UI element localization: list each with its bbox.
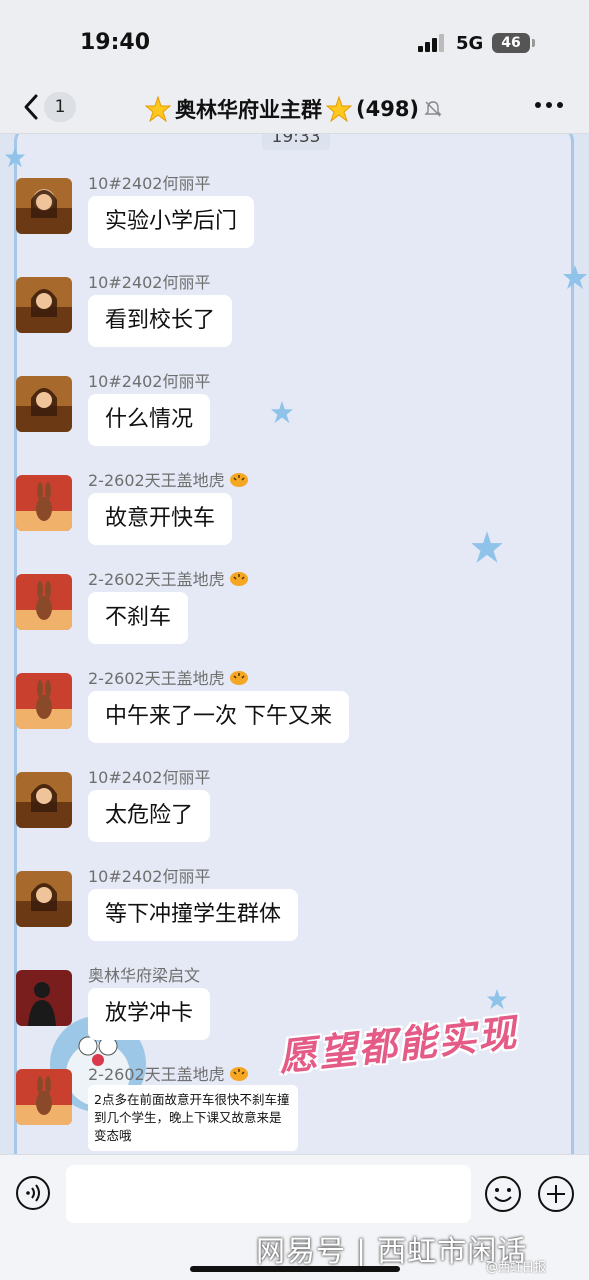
mute-bell-icon (424, 101, 442, 117)
input-bar (0, 1154, 589, 1236)
star-emoji-icon (326, 96, 352, 122)
home-indicator[interactable] (190, 1266, 400, 1272)
avatar[interactable] (16, 772, 72, 828)
message-bubble[interactable]: 什么情况 (88, 394, 211, 446)
avatar[interactable] (16, 475, 72, 531)
message-bubble[interactable]: 实验小学后门 (88, 196, 255, 248)
message-bubble[interactable]: 不刹车 (88, 592, 189, 644)
message-bubble[interactable]: 太危险了 (88, 790, 211, 842)
message-bubble[interactable]: 2点多在前面故意开车很快不刹车撞到几个学生，晚上下课又故意来是变态哦 (88, 1085, 298, 1151)
more-icon[interactable] (534, 100, 564, 110)
star-emoji-icon (145, 96, 171, 122)
avatar[interactable] (16, 178, 72, 234)
chat-area[interactable]: 19:33 10#2402何丽平 实验小学后门 10#2402何丽平 看到校长了… (0, 134, 589, 1154)
group-name: 奥林华府业主群 (175, 98, 322, 122)
voice-icon[interactable] (15, 1175, 51, 1211)
sender-name: 2-2602天王盖地虎 (88, 467, 249, 491)
sender-name: 奥林华府梁启文 (88, 966, 201, 985)
wallpaper-star-icon (471, 531, 503, 563)
network-type: 5G (456, 33, 484, 54)
watermark-handle: @西虹日报 (486, 1260, 547, 1274)
sender-name: 2-2602天王盖地虎 (88, 1061, 249, 1085)
avatar[interactable] (16, 871, 72, 927)
chat-header: 1 奥林华府业主群 (498) (0, 82, 589, 134)
sender-name: 10#2402何丽平 (88, 372, 211, 391)
status-bar: 19:40 5G 46 (0, 0, 589, 82)
message-bubble[interactable]: 中午来了一次 下午又来 (88, 691, 349, 743)
wallpaper-star-icon (563, 265, 587, 289)
message-bubble[interactable]: 等下冲撞学生群体 (88, 889, 299, 941)
avatar[interactable] (16, 1069, 72, 1125)
sender-name: 10#2402何丽平 (88, 768, 211, 787)
wallpaper-star-icon (270, 400, 294, 424)
tiger-emoji-icon (229, 671, 248, 685)
avatar[interactable] (16, 673, 72, 729)
tiger-emoji-icon (229, 572, 248, 586)
chat-title[interactable]: 奥林华府业主群 (498) (145, 94, 443, 124)
avatar[interactable] (16, 970, 72, 1026)
message-bubble[interactable]: 看到校长了 (88, 295, 233, 347)
member-count: (498) (356, 97, 420, 121)
sender-name: 2-2602天王盖地虎 (88, 665, 249, 689)
sender-name: 2-2602天王盖地虎 (88, 566, 249, 590)
message-bubble[interactable]: 故意开快车 (88, 493, 233, 545)
signal-icon (418, 34, 446, 52)
plus-icon[interactable] (537, 1175, 575, 1213)
sender-name: 10#2402何丽平 (88, 273, 211, 292)
sender-name: 10#2402何丽平 (88, 174, 211, 193)
tiger-emoji-icon (229, 473, 248, 487)
back-icon[interactable] (20, 92, 44, 122)
status-time: 19:40 (80, 30, 151, 55)
battery-icon: 46 (492, 33, 535, 53)
avatar[interactable] (16, 277, 72, 333)
avatar[interactable] (16, 574, 72, 630)
time-divider: 19:33 (262, 134, 330, 150)
message-input[interactable] (66, 1165, 471, 1223)
message-bubble[interactable]: 放学冲卡 (88, 988, 211, 1040)
sender-name: 10#2402何丽平 (88, 867, 211, 886)
wallpaper-star-icon (4, 146, 26, 168)
avatar[interactable] (16, 376, 72, 432)
emoji-icon[interactable] (484, 1175, 522, 1213)
unread-count-badge[interactable]: 1 (44, 92, 76, 122)
tiger-emoji-icon (229, 1067, 248, 1081)
